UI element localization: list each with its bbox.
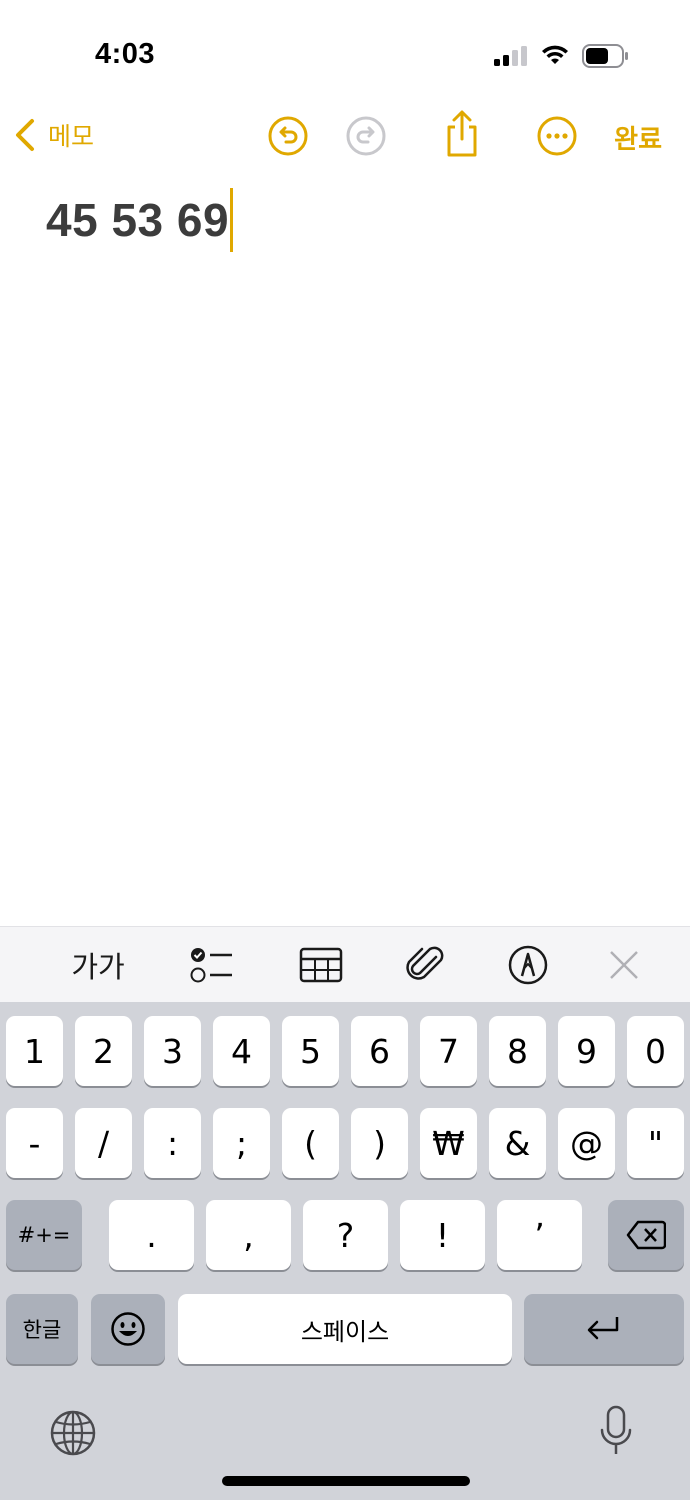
text-format-label: 가가 [71,950,125,984]
text-cursor [230,188,234,252]
table-button[interactable] [298,941,344,989]
back-label: 메모 [48,122,95,151]
key-symbols-mode[interactable]: #+= [6,1200,82,1270]
key-1[interactable]: 1 [6,1016,63,1086]
key-8[interactable]: 8 [489,1016,546,1086]
back-button[interactable]: 메모 [14,115,94,155]
key-hyphen[interactable]: - [6,1108,63,1178]
key-6[interactable]: 6 [351,1016,408,1086]
cellular-signal-icon [494,46,527,66]
battery-icon [582,44,628,68]
return-icon [587,1317,619,1340]
key-apostrophe[interactable]: ’ [497,1200,582,1270]
attachment-button[interactable] [404,941,448,989]
wifi-icon [542,45,568,64]
emoji-key[interactable] [91,1294,165,1364]
return-key[interactable] [524,1294,684,1364]
backspace-icon [626,1220,666,1250]
globe-icon[interactable] [48,1408,98,1458]
note-text: 45 53 69 [46,194,230,246]
key-question[interactable]: ? [303,1200,388,1270]
home-indicator [222,1476,470,1486]
key-5[interactable]: 5 [282,1016,339,1086]
key-colon[interactable]: : [144,1108,201,1178]
done-button[interactable]: 완료 [614,119,662,156]
checklist-icon [190,948,232,983]
key-ampersand[interactable]: & [489,1108,546,1178]
close-icon [610,951,638,979]
key-3[interactable]: 3 [144,1016,201,1086]
share-icon[interactable] [441,109,483,159]
key-quote[interactable]: " [627,1108,684,1178]
markup-button[interactable] [506,941,550,989]
key-slash[interactable]: / [75,1108,132,1178]
key-open-paren[interactable]: ( [282,1108,339,1178]
checklist-button[interactable] [186,941,236,989]
key-7[interactable]: 7 [420,1016,477,1086]
paperclip-icon [406,946,444,980]
keyboard-toolbar: 가가 [0,926,690,1002]
key-0[interactable]: 0 [627,1016,684,1086]
space-key[interactable]: 스페이스 [178,1294,512,1364]
redo-icon[interactable] [345,115,387,157]
status-bar: 4:03 [0,0,690,100]
key-exclamation[interactable]: ! [400,1200,485,1270]
delete-key[interactable] [608,1200,684,1270]
key-close-paren[interactable]: ) [351,1108,408,1178]
key-9[interactable]: 9 [558,1016,615,1086]
key-semicolon[interactable]: ; [213,1108,270,1178]
key-4[interactable]: 4 [213,1016,270,1086]
key-comma[interactable]: , [206,1200,291,1270]
chevron-left-icon [16,119,34,151]
text-format-button[interactable]: 가가 [70,941,126,989]
more-options-icon[interactable] [536,115,578,157]
microphone-icon[interactable] [598,1404,634,1460]
emoji-icon [111,1312,145,1346]
undo-icon[interactable] [267,115,309,157]
status-time: 4:03 [95,38,156,70]
language-switch-key[interactable]: 한글 [6,1294,78,1364]
table-icon [299,947,343,983]
key-won[interactable]: ₩ [420,1108,477,1178]
key-period[interactable]: . [109,1200,194,1270]
navigation-bar: 메모 완료 [0,105,690,165]
note-body[interactable]: 45 53 69 [46,188,234,252]
key-at[interactable]: @ [558,1108,615,1178]
close-toolbar-button[interactable] [604,941,644,989]
pen-markup-icon [508,945,548,985]
key-2[interactable]: 2 [75,1016,132,1086]
